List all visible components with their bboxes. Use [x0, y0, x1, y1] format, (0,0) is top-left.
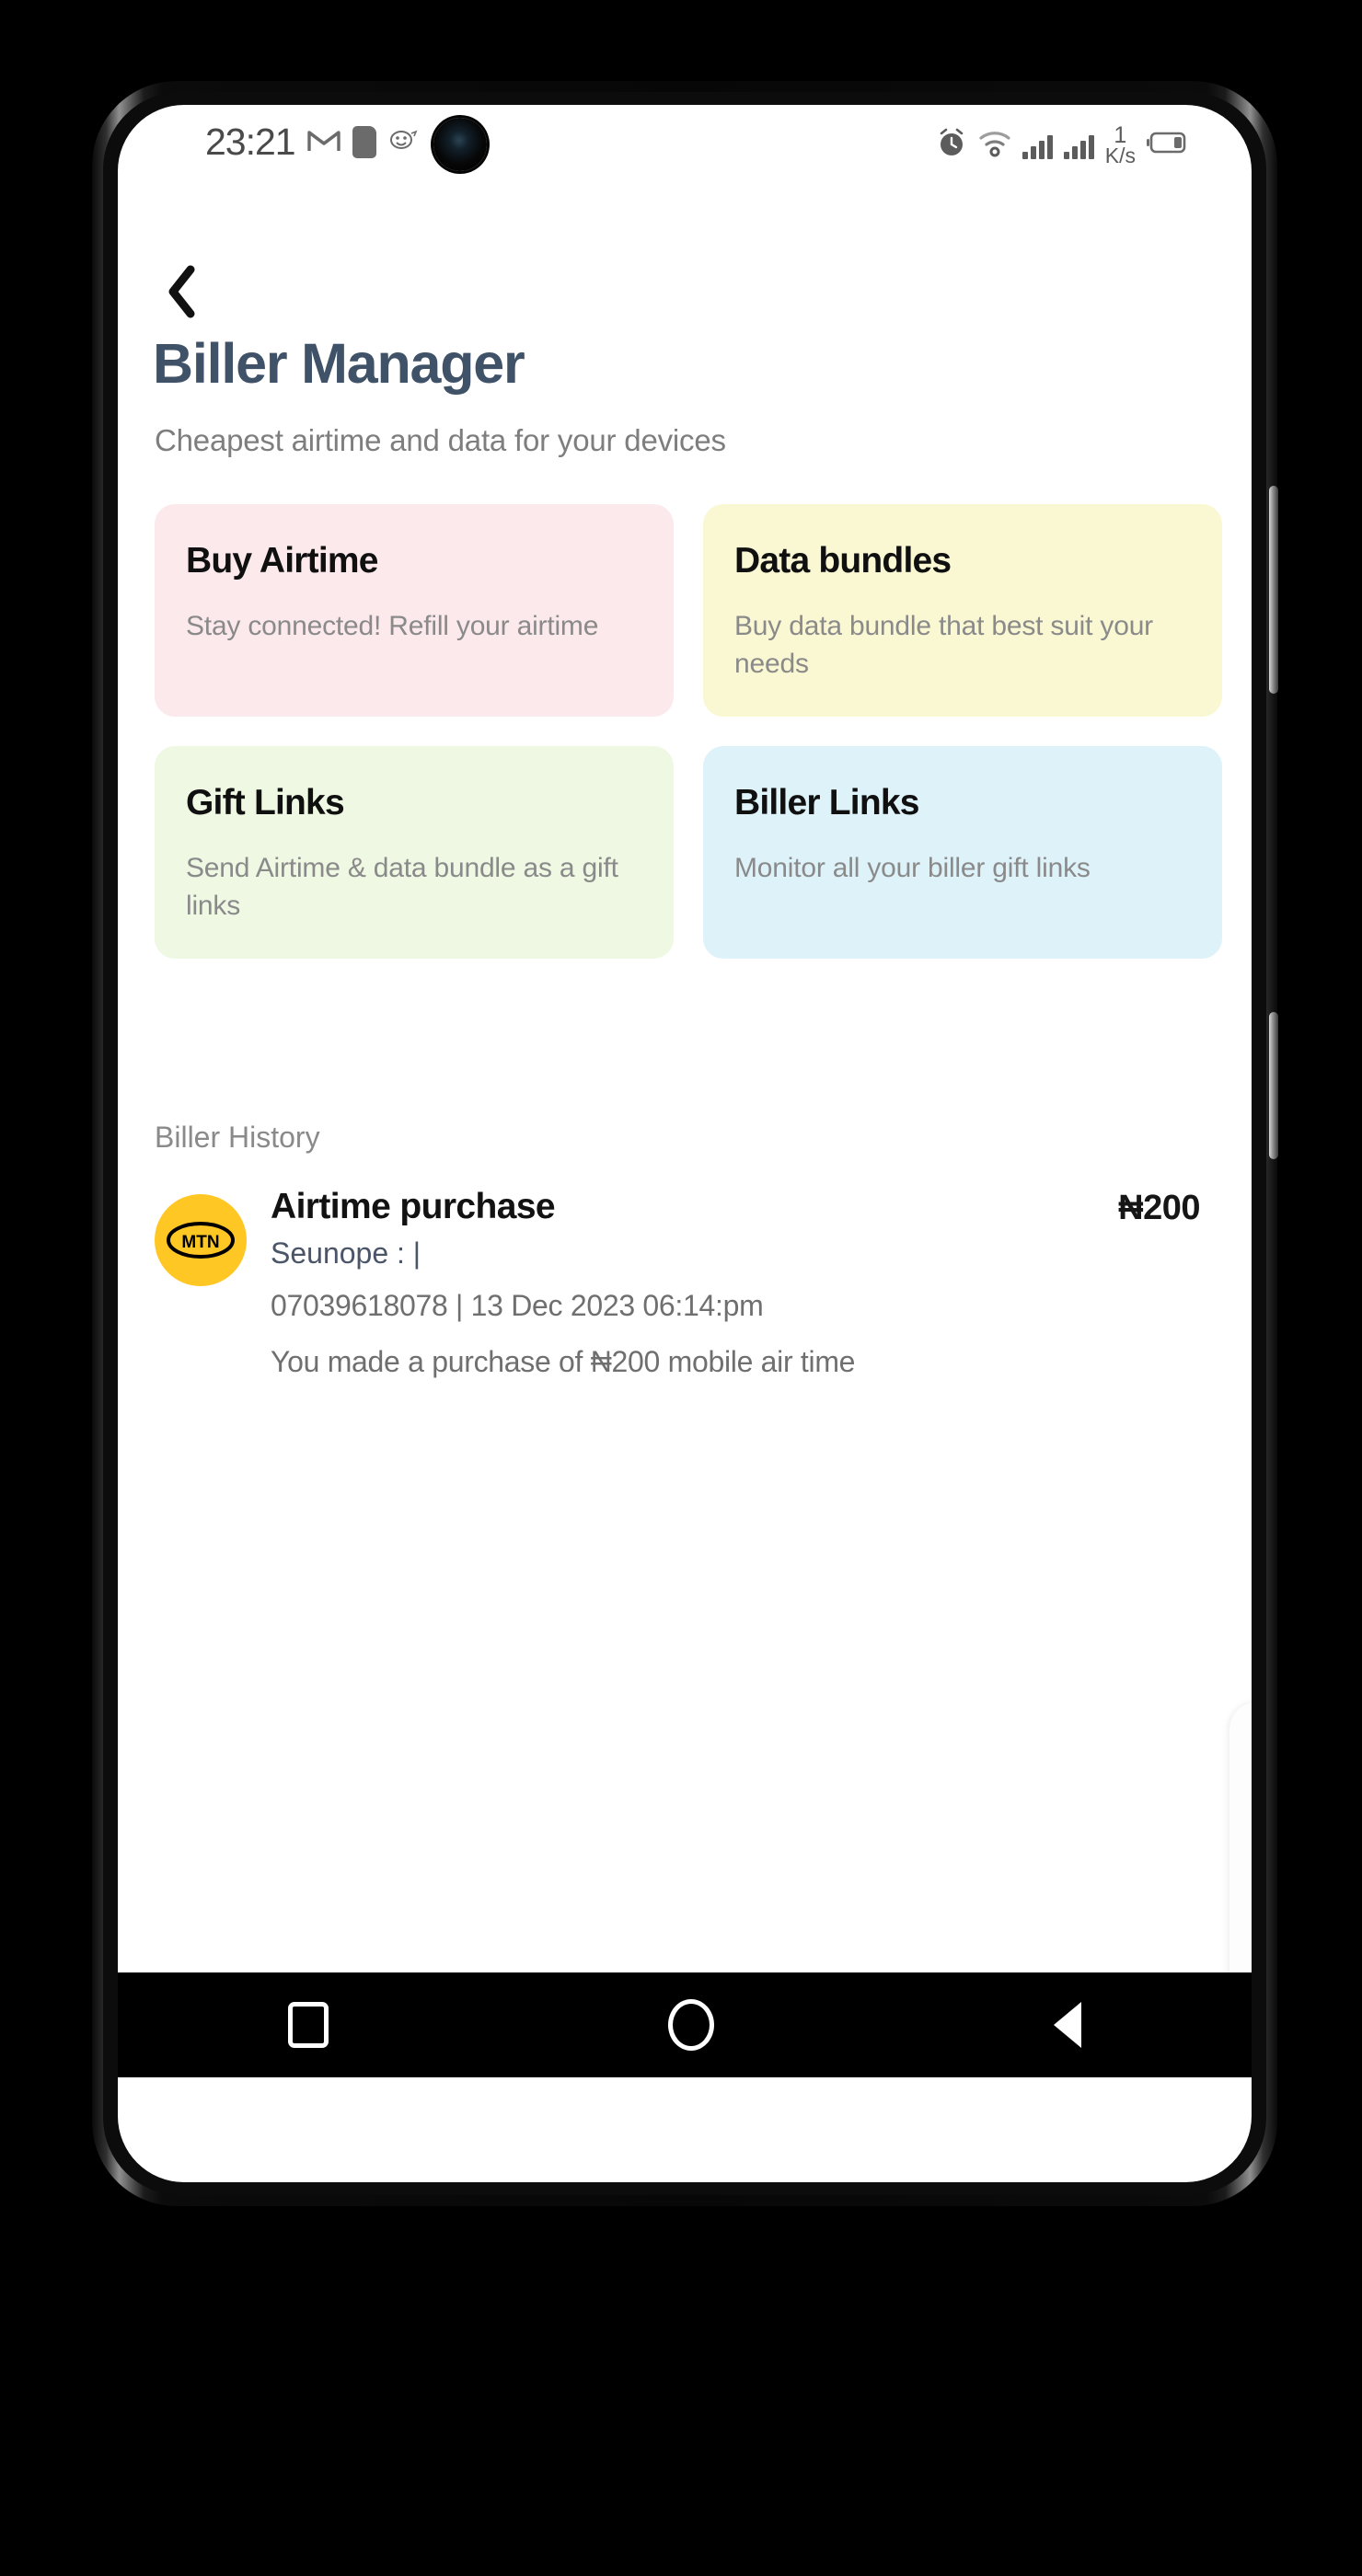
- status-bar-right: 1 K/s: [936, 124, 1189, 167]
- smiley-app-icon: [388, 127, 420, 157]
- network-speed-indicator: 1 K/s: [1104, 124, 1136, 167]
- power-button[interactable]: [1269, 1012, 1278, 1159]
- chevron-left-icon: [168, 265, 195, 318]
- service-card-grid: Buy Airtime Stay connected! Refill your …: [155, 504, 1222, 959]
- back-button[interactable]: [151, 259, 215, 324]
- app-content: Biller Manager Cheapest airtime and data…: [118, 193, 1252, 2077]
- card-title: Gift Links: [186, 782, 345, 822]
- card-title: Data bundles: [734, 541, 952, 581]
- volume-button[interactable]: [1269, 486, 1278, 694]
- mtn-logo-icon: MTN: [155, 1194, 247, 1286]
- recents-button-icon[interactable]: [287, 2002, 329, 2048]
- card-description: Buy data bundle that best suit your need…: [734, 611, 1153, 680]
- phone-screen: 23:21 1 K/s Biller Manager Cheapest airt…: [118, 105, 1252, 2182]
- card-description: Send Airtime & data bundle as a gift lin…: [186, 852, 618, 922]
- card-biller-links[interactable]: Biller Links Monitor all your biller gif…: [703, 745, 1222, 959]
- status-bar: 23:21 1 K/s: [118, 105, 1252, 193]
- svg-text:MTN: MTN: [181, 1233, 219, 1252]
- card-description: Monitor all your biller gift links: [734, 852, 1091, 883]
- card-description: Stay connected! Refill your airtime: [186, 611, 599, 641]
- history-item-name: Airtime purchase: [271, 1187, 556, 1226]
- page-subtitle: Cheapest airtime and data for your devic…: [155, 423, 726, 457]
- card-gift-links[interactable]: Gift Links Send Airtime & data bundle as…: [155, 745, 674, 959]
- battery-icon: [1147, 130, 1189, 160]
- history-item-amount: ₦200: [1118, 1189, 1200, 1227]
- gmail-icon: [306, 127, 340, 157]
- page-title: Biller Manager: [153, 332, 525, 395]
- camera-punchhole: [433, 118, 487, 171]
- status-bar-left: 23:21: [205, 123, 449, 161]
- back-button-icon[interactable]: [1054, 2002, 1082, 2048]
- wifi-icon: [978, 128, 1011, 162]
- card-buy-airtime[interactable]: Buy Airtime Stay connected! Refill your …: [155, 504, 674, 717]
- signal-bars-sim1: [1022, 132, 1053, 159]
- card-title: Buy Airtime: [186, 541, 378, 581]
- history-item-details: Airtime purchase Seunope : | 07039618078…: [271, 1187, 970, 1383]
- scroll-edge-indicator: [1229, 1702, 1252, 2006]
- history-item-meta: 07039618078 | 13 Dec 2023 06:14:pm: [271, 1289, 764, 1322]
- biller-history-heading: Biller History: [155, 1121, 320, 1154]
- alarm-icon: [936, 127, 967, 163]
- note-app-icon: [352, 126, 376, 158]
- signal-bars-sim2: [1063, 132, 1094, 159]
- network-speed-unit: K/s: [1104, 143, 1136, 167]
- home-button-icon[interactable]: [667, 1999, 714, 2051]
- status-bar-clock: 23:21: [205, 121, 296, 163]
- history-item-account: Seunope : |: [271, 1236, 421, 1270]
- screenshot-root: 23:21 1 K/s Biller Manager Cheapest airt…: [0, 0, 1362, 2576]
- card-data-bundles[interactable]: Data bundles Buy data bundle that best s…: [703, 504, 1222, 717]
- history-item-description: You made a purchase of ₦200 mobile air t…: [271, 1345, 856, 1378]
- android-navigation-bar: [118, 1972, 1252, 2077]
- card-title: Biller Links: [734, 782, 919, 822]
